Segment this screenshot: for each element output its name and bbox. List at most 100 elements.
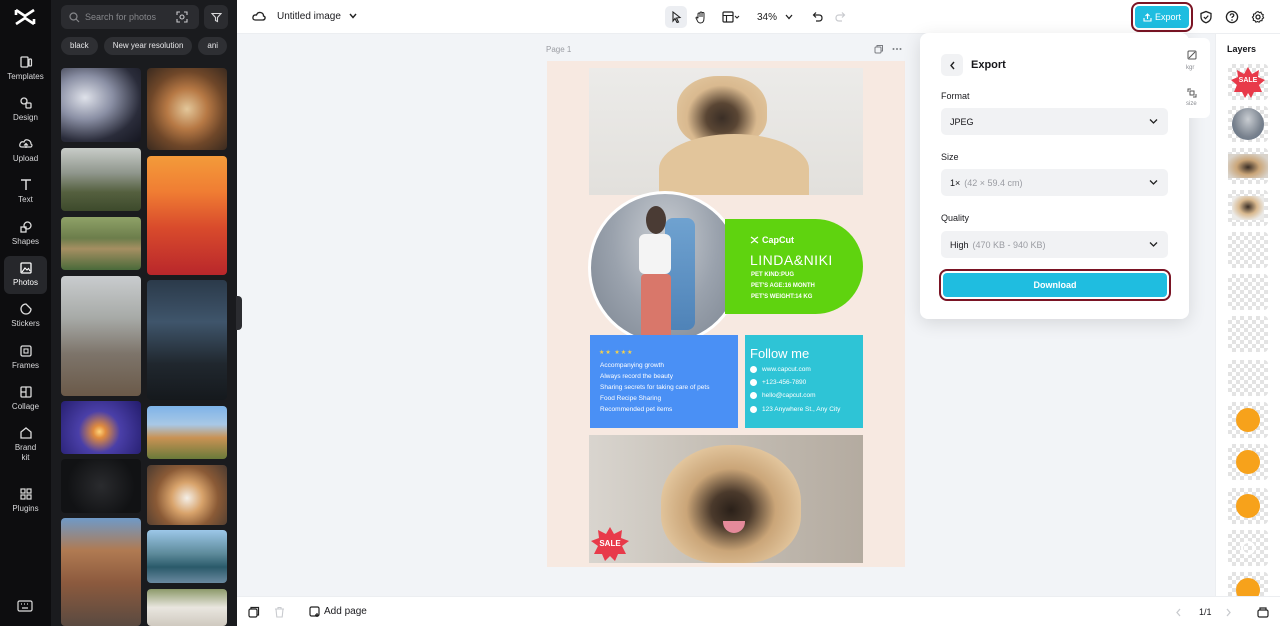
photo-black-silk[interactable] — [61, 68, 141, 142]
rail-label: Stickers — [11, 319, 40, 328]
rail-upload[interactable]: Upload — [4, 135, 47, 171]
photo-bridge[interactable] — [61, 217, 141, 270]
photos-panel: Search for photos black New year resolut… — [51, 0, 237, 626]
layer-orange-circle[interactable] — [1228, 402, 1268, 438]
info-pill[interactable]: CapCut LINDA&NIKI PET KIND:PUG PET'S AGE… — [725, 219, 863, 314]
photo-candle[interactable] — [61, 401, 141, 454]
back-button[interactable] — [941, 54, 963, 76]
gear-icon[interactable] — [1251, 10, 1265, 24]
keyboard-icon[interactable] — [17, 600, 33, 612]
document-title[interactable]: Untitled image — [277, 11, 341, 22]
left-rail: Templates Design Upload Text Shapes Phot… — [0, 0, 51, 626]
shield-icon[interactable] — [1199, 10, 1213, 24]
chip-new-year[interactable]: New year resolution — [103, 37, 193, 55]
layer-empty[interactable] — [1228, 232, 1268, 268]
add-page-button[interactable]: Add page — [309, 606, 367, 617]
photo-cosplay[interactable] — [147, 156, 227, 275]
layer-orange-circle[interactable] — [1228, 488, 1268, 524]
chevron-down-icon[interactable] — [349, 13, 357, 19]
rail-collage[interactable]: Collage — [4, 383, 47, 419]
zoom-dropdown[interactable]: 34% — [751, 6, 799, 28]
photo-hamster[interactable] — [147, 465, 227, 525]
layer-orange-circle[interactable] — [1228, 572, 1268, 596]
photo-lake[interactable] — [147, 530, 227, 583]
image-search-icon[interactable] — [176, 11, 188, 23]
layer-white-shape[interactable] — [1228, 530, 1268, 566]
sale-badge[interactable]: SALE — [591, 527, 629, 561]
rail-label: Templates — [7, 72, 44, 81]
duplicate-page-icon[interactable] — [874, 44, 884, 54]
layer-empty[interactable] — [1228, 316, 1268, 352]
cloud-icon[interactable] — [252, 10, 266, 22]
more-options-icon[interactable] — [892, 44, 902, 54]
undo-icon — [812, 12, 823, 22]
rail-shapes[interactable]: Shapes — [4, 218, 47, 254]
photo-village[interactable] — [147, 406, 227, 459]
redo-button[interactable] — [831, 6, 851, 28]
filter-button[interactable] — [204, 5, 228, 29]
remove-background-icon[interactable] — [1187, 50, 1197, 60]
chip-black[interactable]: black — [61, 37, 98, 55]
rail-frames[interactable]: Frames — [4, 342, 47, 378]
layout-dropdown-button[interactable] — [717, 6, 745, 28]
quality-value: High — [950, 239, 969, 250]
figure-top — [639, 234, 671, 274]
rail-brand-kit[interactable]: Brand kit — [4, 424, 47, 464]
layer-portrait[interactable] — [1228, 106, 1268, 142]
photo-dark-texture[interactable] — [61, 459, 141, 513]
copy-page-icon[interactable] — [248, 606, 260, 618]
capcut-logo-icon[interactable] — [14, 7, 36, 27]
chevron-right-icon[interactable] — [1225, 608, 1232, 617]
portrait-thumb — [1232, 108, 1264, 140]
photo-street[interactable] — [61, 518, 141, 626]
contact-box[interactable]: Follow me www.capcut.com +123-456-7890 h… — [745, 335, 863, 428]
export-label: Export — [1154, 12, 1181, 22]
rail-design[interactable]: Design — [4, 94, 47, 130]
rail-plugins[interactable]: Plugins — [4, 485, 47, 521]
hand-tool-button[interactable] — [690, 6, 712, 28]
photo-sandwich[interactable] — [147, 68, 227, 150]
rail-stickers[interactable]: Stickers — [4, 300, 47, 336]
panel-collapse-handle[interactable] — [236, 296, 242, 330]
layer-empty[interactable] — [1228, 360, 1268, 396]
search-input[interactable]: Search for photos — [61, 5, 199, 29]
rail-photos[interactable]: Photos — [4, 256, 47, 294]
chip-animal[interactable]: ani — [198, 37, 228, 55]
undo-button[interactable] — [807, 6, 827, 28]
select-tool-button[interactable] — [665, 6, 687, 28]
size-select[interactable]: 1× (42 × 59.4 cm) — [941, 169, 1168, 196]
pug-photo-top[interactable] — [589, 68, 863, 195]
export-button[interactable]: Export — [1131, 2, 1193, 32]
photo-forest-path[interactable] — [61, 276, 141, 396]
layer-pug-bottom[interactable] — [1228, 148, 1268, 184]
rail-templates[interactable]: Templates — [4, 53, 47, 89]
quality-select[interactable]: High (470 KB - 940 KB) — [941, 231, 1168, 258]
photo-businessman[interactable] — [147, 280, 227, 400]
layer-sale-badge[interactable]: SALE — [1228, 64, 1268, 100]
rail-label: Frames — [11, 361, 40, 370]
chevron-left-icon[interactable] — [1175, 608, 1182, 617]
templates-icon — [19, 56, 32, 68]
feature-item: Food Recipe Sharing — [600, 395, 662, 402]
features-box[interactable]: ★★ ★★★ Accompanying growth Always record… — [590, 335, 738, 428]
layer-orange-circle[interactable] — [1228, 444, 1268, 480]
download-button[interactable]: Download — [939, 269, 1171, 301]
rail-text[interactable]: Text — [4, 176, 47, 212]
rail-label: Upload — [12, 154, 39, 163]
layer-pug-top[interactable] — [1228, 190, 1268, 226]
orange-circle-thumb — [1236, 494, 1260, 518]
portrait-photo — [591, 194, 739, 342]
design-page[interactable]: CapCut LINDA&NIKI PET KIND:PUG PET'S AGE… — [547, 61, 905, 567]
help-icon[interactable] — [1225, 10, 1239, 24]
resize-icon[interactable] — [1187, 88, 1197, 98]
layer-empty[interactable] — [1228, 274, 1268, 310]
design-icon — [19, 97, 32, 109]
portrait-circle[interactable] — [588, 191, 742, 345]
pug-photo-bottom[interactable] — [589, 435, 863, 563]
contact-address: 123 Anywhere St., Any City — [762, 406, 841, 413]
pages-panel-icon[interactable] — [1257, 606, 1269, 618]
photo-misty-temple[interactable] — [61, 148, 141, 211]
trash-icon[interactable] — [274, 606, 285, 618]
format-select[interactable]: JPEG — [941, 108, 1168, 135]
photo-white-dog[interactable] — [147, 589, 227, 626]
